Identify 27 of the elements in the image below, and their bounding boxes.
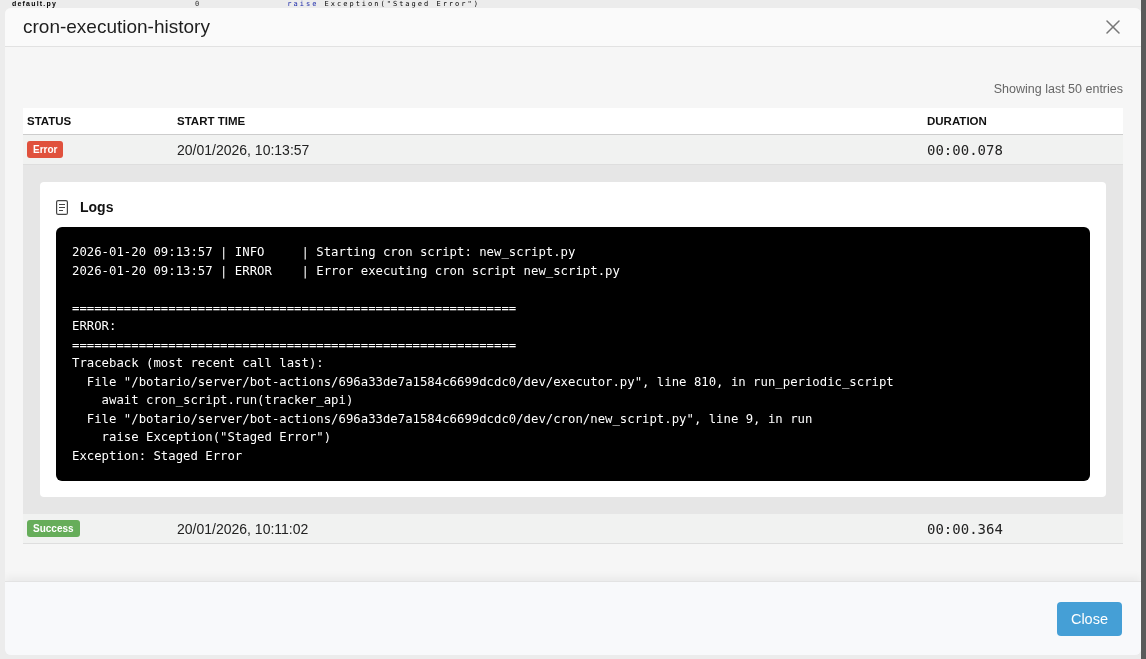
- log-line: ============================================================: [72, 336, 517, 354]
- column-header: STATUS: [26, 115, 73, 127]
- table-row[interactable]: Error 20/01/2026, 10:13:57 00:00.078: [23, 135, 1123, 165]
- entries-summary: Showing last 50 entries: [993, 82, 1123, 97]
- dialog-title: cron-execution-history: [23, 16, 210, 38]
- log-line: ERROR:: [72, 318, 117, 335]
- start-time-cell: 20/01/2026, 10:13:57: [177, 141, 310, 158]
- log-line: raise Exception("Staged Error"): [100, 429, 332, 446]
- log-line: 2026-01-20 09:13:57 | INFO | Starting cron script: new_script.py: [72, 244, 576, 262]
- duration-cell: 00:00.078: [927, 141, 1003, 158]
- status-badge: Success: [27, 520, 80, 537]
- log-line: Traceback (most recent call last):: [72, 355, 324, 372]
- status-badge: Error: [27, 141, 64, 158]
- table-row[interactable]: Success 20/01/2026, 10:11:02 00:00.364: [23, 514, 1123, 544]
- log-line: ============================================================: [72, 299, 517, 317]
- column-header: START TIME: [176, 115, 247, 127]
- column-header: DURATION: [926, 115, 988, 127]
- log-line: File "/botario/server/bot-actions/696a33de7a1584c6699dcdc0/dev/cron/new_script.py", line 9, in run: [85, 410, 813, 428]
- log-line: File "/botario/server/bot-actions/696a33de7a1584c6699dcdc0/dev/executor.py", line 810, in run_periodic_script: [85, 373, 894, 391]
- log-line: await cron_script.run(tracker_api): [100, 392, 354, 409]
- log-line: Exception: Staged Error: [72, 447, 243, 465]
- document-icon: [56, 199, 68, 215]
- log-line: 2026-01-20 09:13:57 | ERROR | Error executing cron script new_script.py: [72, 262, 620, 280]
- duration-cell: 00:00.364: [927, 520, 1003, 537]
- close-icon: [1106, 20, 1120, 34]
- start-time-cell: 20/01/2026, 10:11:02: [177, 520, 309, 537]
- logs-title: Logs: [80, 199, 114, 215]
